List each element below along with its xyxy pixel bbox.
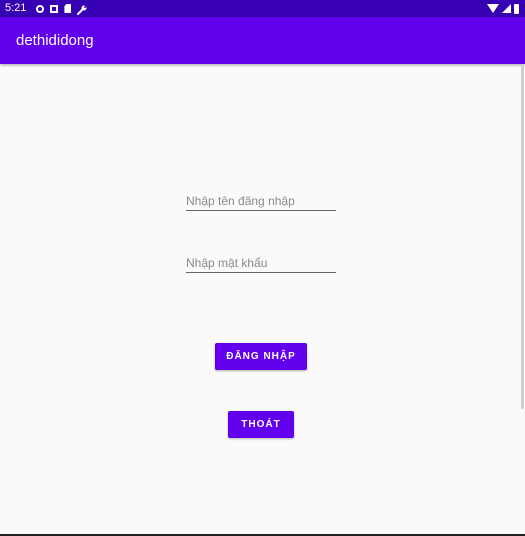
status-time: 5:21 [5, 2, 27, 14]
sd-card-icon [64, 4, 72, 13]
password-input[interactable] [186, 253, 336, 273]
login-button[interactable]: ĐĂNG NHẬP [215, 343, 307, 370]
app-bar: dethididong [0, 17, 525, 64]
gear-icon [36, 4, 45, 13]
signal-icon [502, 4, 511, 13]
battery-icon [514, 3, 519, 14]
exit-button[interactable]: THOÁT [228, 411, 294, 438]
app-screen: 5:21 dethididong ĐĂNG NHẬP THOÁT [0, 0, 525, 536]
scrollbar[interactable] [521, 64, 524, 409]
a-box-icon [50, 4, 59, 13]
username-input[interactable] [186, 191, 336, 211]
status-bar-right [487, 0, 519, 17]
wrench-icon [77, 4, 87, 15]
app-title: dethididong [16, 32, 94, 49]
wifi-icon [487, 4, 499, 13]
status-bar: 5:21 [0, 0, 525, 17]
status-bar-left: 5:21 [5, 0, 93, 17]
